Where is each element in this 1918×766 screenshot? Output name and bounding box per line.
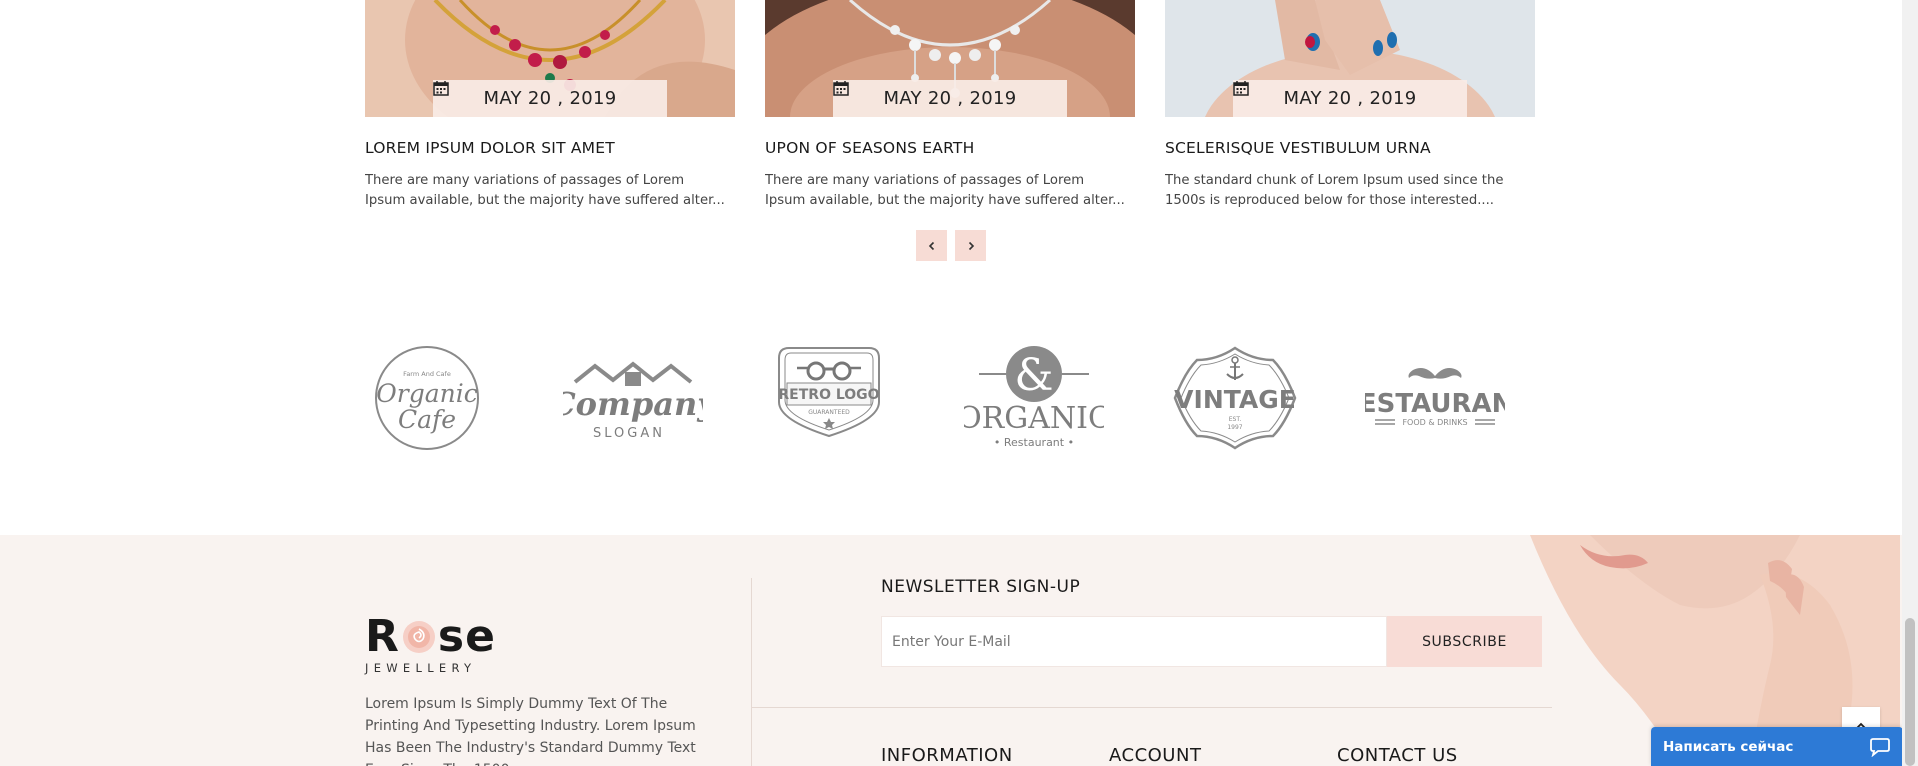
post-date: MAY 20 , 2019 bbox=[483, 88, 617, 109]
carousel-next-button[interactable] bbox=[955, 230, 986, 261]
blog-image-hand-nails[interactable]: MAY 20 , 2019 bbox=[1165, 0, 1535, 117]
blog-image-necklace-silver[interactable]: MAY 20 , 2019 bbox=[765, 0, 1135, 117]
brand-name: Cafe bbox=[398, 405, 456, 434]
post-title[interactable]: UPON OF SEASONS EARTH bbox=[765, 139, 1135, 157]
brand-name: RETRO LOGO bbox=[778, 387, 879, 403]
newsletter-title: NEWSLETTER SIGN-UP bbox=[881, 577, 1081, 597]
post-title[interactable]: LOREM IPSUM DOLOR SIT AMET bbox=[365, 139, 735, 157]
excerpt-line: There are many variations of passages of… bbox=[365, 173, 685, 188]
calendar-icon bbox=[1233, 81, 1249, 96]
brand-logo-company[interactable]: Company SLOGAN bbox=[563, 340, 703, 450]
excerpt-line: Ipsum available, but the majority have s… bbox=[365, 193, 725, 208]
excerpt-line: There are many variations of passages of… bbox=[765, 173, 1085, 188]
chevron-right-icon bbox=[968, 241, 974, 250]
date-badge: MAY 20 , 2019 bbox=[433, 80, 667, 117]
footer-divider bbox=[751, 578, 752, 766]
excerpt-line: The standard chunk of Lorem Ipsum used s… bbox=[1165, 173, 1504, 188]
brand-logo-organic-cafe[interactable]: Farm And Cafe Organic Cafe bbox=[372, 340, 492, 450]
blog-card[interactable]: MAY 20 , 2019 UPON OF SEASONS EARTH Ther… bbox=[765, 0, 1135, 211]
calendar-icon bbox=[833, 81, 849, 96]
blog-image-necklace-ruby[interactable]: MAY 20 , 2019 bbox=[365, 0, 735, 117]
brand-tagline: Farm And Cafe bbox=[403, 370, 451, 378]
post-date: MAY 20 , 2019 bbox=[883, 88, 1017, 109]
scrollbar-thumb[interactable] bbox=[1905, 618, 1915, 766]
newsletter-email-input[interactable] bbox=[881, 616, 1387, 667]
brand-name: RESTAURANT bbox=[1365, 389, 1505, 419]
chat-bubble-icon bbox=[1870, 737, 1890, 757]
rose-jewellery-logo[interactable]: R se JEWELLERY bbox=[365, 615, 496, 676]
footer-about-text: Lorem Ipsum Is Simply Dummy Text Of The … bbox=[365, 696, 696, 766]
page-scrollbar[interactable] bbox=[1902, 0, 1918, 766]
blog-card[interactable]: MAY 20 , 2019 SCELERISQUE VESTIBULUM URN… bbox=[1165, 0, 1535, 211]
post-excerpt: There are many variations of passages of… bbox=[365, 171, 735, 211]
blog-carousel-nav bbox=[916, 230, 986, 261]
calendar-icon bbox=[433, 81, 449, 96]
brand-symbol: & bbox=[1014, 350, 1053, 401]
post-excerpt: The standard chunk of Lorem Ipsum used s… bbox=[1165, 171, 1535, 211]
brand-logo-vintage[interactable]: VINTAGE EST. 1997 bbox=[1165, 340, 1305, 450]
subscribe-button[interactable]: SUBSCRIBE bbox=[1387, 616, 1542, 667]
post-excerpt: There are many variations of passages of… bbox=[765, 171, 1135, 211]
brand-slogan: SLOGAN bbox=[593, 426, 665, 441]
logo-letters: se bbox=[437, 611, 496, 662]
brand-est: EST. bbox=[1229, 416, 1242, 423]
date-badge: MAY 20 , 2019 bbox=[833, 80, 1067, 117]
brand-name: ORGANIC bbox=[964, 401, 1104, 436]
footer-heading-contact: CONTACT US bbox=[1337, 745, 1458, 766]
excerpt-line: 1500s is reproduced below for those inte… bbox=[1165, 193, 1494, 208]
excerpt-line: Ipsum available, but the majority have s… bbox=[765, 193, 1125, 208]
post-title[interactable]: SCELERISQUE VESTIBULUM URNA bbox=[1165, 139, 1535, 157]
brand-year: 1997 bbox=[1227, 424, 1242, 431]
date-badge: MAY 20 , 2019 bbox=[1233, 80, 1467, 117]
logo-letter: R bbox=[365, 611, 400, 662]
brand-logo-retro[interactable]: RETRO LOGO GUARANTEED bbox=[771, 340, 891, 450]
rose-icon bbox=[402, 621, 435, 653]
brand-tagline: FOOD & DRINKS bbox=[1402, 418, 1467, 427]
footer: R se JEWELLERY Lorem Ipsum Is Simply Dum… bbox=[0, 535, 1918, 766]
blog-card[interactable]: MAY 20 , 2019 LOREM IPSUM DOLOR SIT AMET… bbox=[365, 0, 735, 211]
carousel-prev-button[interactable] bbox=[916, 230, 947, 261]
footer-divider bbox=[752, 707, 1552, 708]
chat-widget[interactable]: Написать сейчас bbox=[1651, 727, 1903, 766]
logo-wordmark: R se bbox=[365, 615, 496, 659]
brand-logo-organic-restaurant[interactable]: & ORGANIC • Restaurant • bbox=[964, 340, 1104, 450]
brand-tagline: GUARANTEED bbox=[808, 409, 850, 416]
brand-tagline: • Restaurant • bbox=[994, 436, 1074, 449]
chevron-left-icon bbox=[928, 241, 934, 250]
brand-name: Company bbox=[563, 385, 703, 423]
footer-heading-information: INFORMATION bbox=[881, 745, 1013, 766]
footer-heading-account: ACCOUNT bbox=[1109, 745, 1202, 766]
brand-logos-row: Farm And Cafe Organic Cafe Company SLOGA… bbox=[365, 340, 1535, 460]
brand-name: Organic bbox=[376, 379, 477, 408]
post-date: MAY 20 , 2019 bbox=[1283, 88, 1417, 109]
brand-name: VINTAGE bbox=[1174, 385, 1296, 414]
newsletter-form: SUBSCRIBE bbox=[881, 616, 1542, 667]
logo-subtitle: JEWELLERY bbox=[365, 661, 477, 675]
brand-logo-restaurant[interactable]: RESTAURANT FOOD & DRINKS bbox=[1365, 340, 1505, 450]
chat-label: Написать сейчас bbox=[1663, 738, 1794, 755]
